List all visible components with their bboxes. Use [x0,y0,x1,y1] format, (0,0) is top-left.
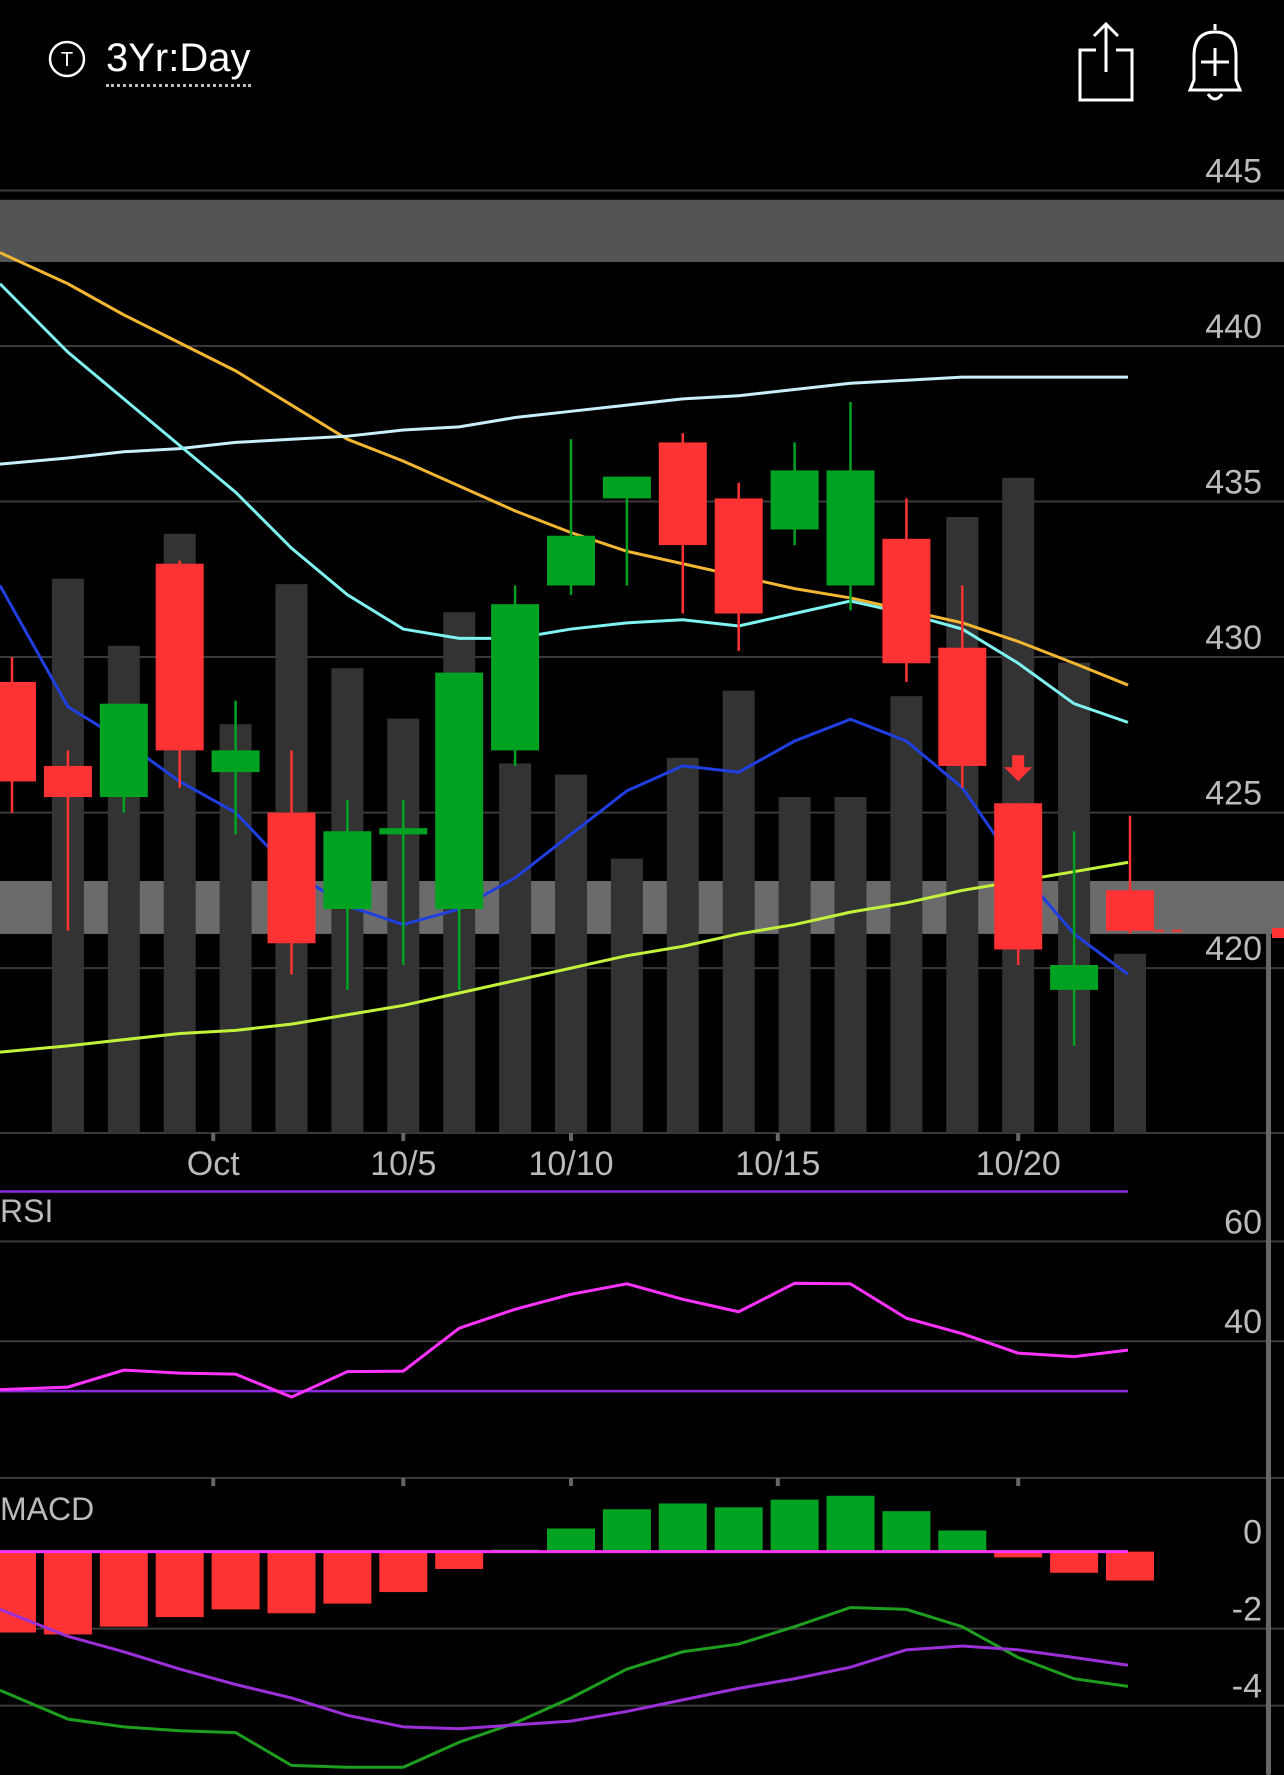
macd-histogram-bar [379,1551,428,1593]
candle-down [938,647,987,766]
macd-histogram-bar [547,1528,595,1552]
macd-histogram-bar [155,1551,204,1618]
candle-up [602,476,651,499]
price-tick-label: 420 [1205,930,1262,968]
volume-bar [890,696,923,1133]
date-tick-label: 10/15 [735,1145,820,1183]
macd-tick-label: -2 [1232,1591,1262,1629]
volume-bar [778,797,811,1133]
price-tick-label: 435 [1205,464,1262,502]
date-tick-label: 10/5 [370,1145,436,1183]
candle-down [0,681,36,782]
macd-title: MACD [0,1491,94,1527]
macd-histogram-bar [938,1530,987,1552]
candle-up [99,703,148,798]
volume-bar [834,797,867,1133]
moving-average-line [0,375,1128,466]
rsi-panel: RSI 60 40 [0,1190,1284,1486]
candle-up [826,470,875,586]
macd-tick-label: -4 [1232,1668,1262,1706]
date-tick-label: 10/20 [976,1145,1061,1183]
macd-histogram-bar [267,1551,316,1614]
scroll-handle [1266,932,1271,1775]
volume-bar [610,858,643,1133]
candle-down [882,538,931,664]
volume-bars [51,477,1146,1133]
price-tick-label: 445 [1205,152,1262,190]
macd-histogram-bar [323,1551,372,1604]
macd-signal-line [0,1607,1129,1731]
stock-chart[interactable]: 445 440 435 430 425 420 Oct 10/5 10/10 10/15 10/2… [0,0,1284,1775]
candle-down [1106,890,1154,931]
macd-histogram-bar [435,1551,484,1569]
candle-up [323,831,372,910]
macd-histogram-bar [602,1509,651,1552]
rsi-tick-label: 40 [1224,1303,1262,1341]
date-tick-label: Oct [187,1145,240,1183]
macd-histogram-bar [770,1499,819,1552]
macd-tick-label: 0 [1243,1514,1262,1552]
macd-histogram-bar [1050,1551,1099,1573]
macd-histogram-bar [714,1507,763,1552]
price-tag [1272,928,1284,938]
macd-panel: MACD 0 -2 -4 [0,1491,1284,1769]
candle-down [994,803,1043,950]
candle-up [770,470,819,530]
macd-histogram-bar [882,1511,931,1552]
macd-histogram-bar [826,1495,875,1552]
candle-up [1050,965,1099,990]
candle-down [43,765,92,798]
date-axis: Oct 10/5 10/10 10/15 10/20 [187,1133,1061,1183]
macd-histogram-bar [99,1551,148,1627]
volume-bar [499,763,532,1133]
macd-histogram-bar [43,1551,92,1635]
date-tick-label: 10/10 [528,1145,613,1183]
candle-up [211,750,260,773]
candle-down [267,812,316,944]
candle-down [714,498,763,614]
rsi-tick-label: 60 [1224,1203,1262,1241]
rsi-title: RSI [0,1193,53,1229]
price-tick-label: 440 [1205,308,1262,346]
candle-up [491,604,540,751]
candle-down [658,442,707,546]
macd-histogram-bar [1106,1551,1154,1581]
volume-bar [722,690,755,1133]
macd-histogram-bar [658,1503,707,1552]
price-axis: 445 440 435 430 425 420 [1205,152,1262,968]
volume-bar [555,774,587,1133]
candle-up [435,672,484,910]
macd-histogram-bar [211,1551,260,1610]
volume-bar [1114,953,1146,1133]
macd-line [0,1605,1129,1769]
candle-up [379,828,428,835]
candle-down [155,563,204,751]
scroll-indicator[interactable] [1266,928,1284,1775]
highlight-band [0,199,1284,262]
price-tick-label: 425 [1205,775,1262,813]
candle-up [547,535,595,586]
price-tick-label: 430 [1205,619,1262,657]
